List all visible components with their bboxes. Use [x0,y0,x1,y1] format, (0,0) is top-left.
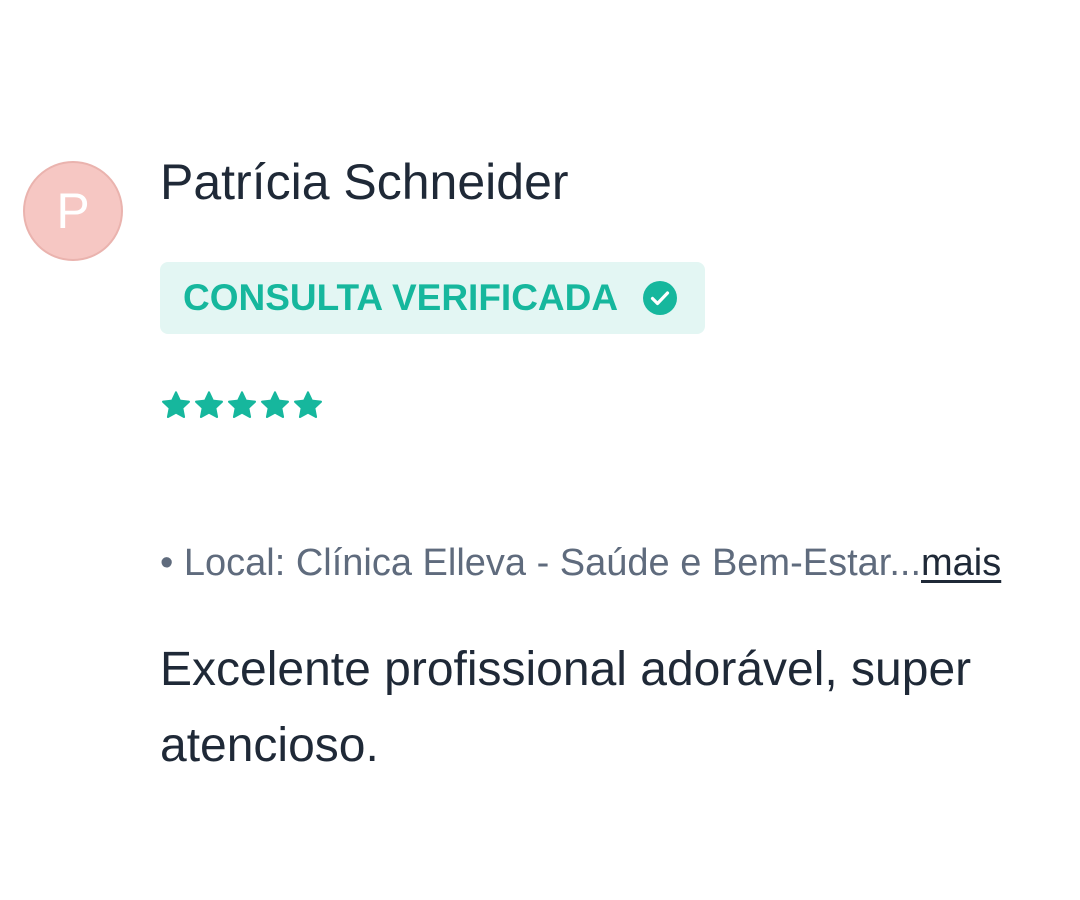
verified-badge-label: CONSULTA VERIFICADA [183,277,619,318]
avatar-initial: P [56,183,90,239]
more-link[interactable]: mais [921,542,1001,584]
star-rating [160,390,324,422]
avatar: P [23,161,123,261]
star-icon [195,391,223,418]
verified-badge: CONSULTA VERIFICADA [160,262,705,334]
location-text: Local: Clínica Elleva - Saúde e Bem-Esta… [183,542,921,584]
check-circle-icon [643,281,677,315]
star-icon [228,391,256,418]
location-line: • Local: Clínica Elleva - Saúde e Bem-Es… [160,538,1001,588]
star-icon [294,391,322,418]
author-name: Patrícia Schneider [160,154,569,210]
bullet: • [160,542,174,584]
review-text: Excelente profissional adorável, super a… [160,643,972,772]
star-icon [162,391,190,418]
review-card: P Patrícia Schneider CONSULTA VERIFICADA… [0,0,1080,900]
star-icon [261,391,289,418]
